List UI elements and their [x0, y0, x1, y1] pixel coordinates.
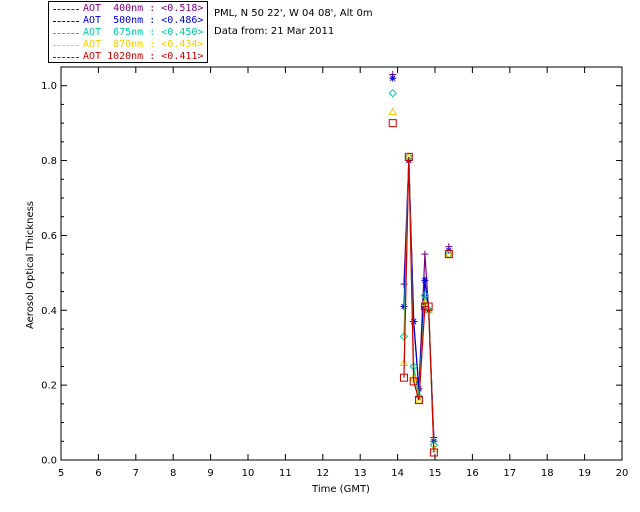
data-point	[421, 250, 429, 258]
x-tick-label: 17	[503, 468, 516, 479]
legend-swatch	[53, 57, 79, 58]
legend-item-500nm: AOT 500nm : <0.486>	[49, 15, 207, 27]
x-tick-label: 13	[354, 468, 367, 479]
legend-swatch	[53, 9, 79, 10]
legend: AOT 400nm : <0.518> AOT 500nm : <0.486> …	[48, 1, 208, 63]
y-axis-label: Aerosol Optical Thickness	[25, 201, 36, 329]
y-tick-label: 0.8	[41, 156, 57, 167]
legend-swatch	[53, 33, 79, 34]
legend-item-870nm: AOT 870nm : <0.434>	[49, 39, 207, 51]
x-axis-label: Time (GMT)	[311, 484, 370, 495]
y-tick-label: 0.4	[41, 306, 57, 317]
data-point	[400, 303, 408, 311]
x-tick-label: 9	[207, 468, 213, 479]
legend-item-675nm: AOT 675nm : <0.450>	[49, 27, 207, 39]
x-tick-label: 5	[58, 468, 64, 479]
x-tick-label: 16	[466, 468, 479, 479]
data-point	[410, 318, 418, 326]
plot-frame	[60, 66, 623, 461]
legend-item-1020nm: AOT 1020nm : <0.411>	[49, 51, 207, 63]
legend-item-400nm: AOT 400nm : <0.518>	[49, 3, 207, 15]
legend-label: AOT 400nm :	[83, 3, 162, 14]
series-3	[388, 107, 454, 453]
x-tick-label: 11	[279, 468, 292, 479]
legend-label: AOT 870nm :	[83, 39, 162, 50]
axis-ticks: 5 6 7 8 9 10 11 12 13 14 15 16 17 18 19 20 0.0 0.2 0.4 0.6 0…	[41, 67, 628, 479]
legend-value: <0.411>	[161, 51, 204, 62]
y-tick-label: 1.0	[41, 81, 57, 92]
site-info: PML, N 50 22', W 04 08', Alt 0m	[214, 8, 373, 19]
series-line	[403, 156, 435, 453]
legend-label: AOT 675nm :	[83, 27, 162, 38]
x-tick-label: 18	[541, 468, 554, 479]
data-point	[388, 88, 397, 98]
x-tick-label: 10	[242, 468, 255, 479]
x-tick-label: 15	[429, 468, 442, 479]
data-point	[388, 119, 397, 128]
y-tick-label: 0.0	[41, 456, 57, 467]
y-tick-label: 0.6	[41, 231, 57, 242]
legend-swatch	[53, 45, 79, 46]
series-2	[388, 88, 454, 450]
data-point	[389, 74, 397, 82]
legend-value: <0.450>	[161, 27, 204, 38]
legend-swatch	[53, 21, 79, 22]
x-tick-label: 8	[170, 468, 176, 479]
series-4	[388, 119, 453, 457]
data-point	[388, 107, 398, 116]
legend-label: AOT 1020nm :	[83, 51, 162, 62]
y-tick-label: 0.2	[41, 381, 57, 392]
aot-chart: 5 6 7 8 9 10 11 12 13 14 15 16 17 18 19 20 0.0 0.2 0.4 0.6 0…	[25, 66, 628, 495]
x-tick-label: 12	[316, 468, 329, 479]
date-info: Data from: 21 Mar 2011	[214, 26, 335, 37]
legend-value: <0.486>	[161, 15, 204, 26]
series-layer	[388, 70, 454, 457]
x-tick-label: 14	[391, 468, 404, 479]
legend-value: <0.434>	[161, 39, 204, 50]
series-0	[389, 70, 453, 442]
x-tick-label: 20	[616, 468, 629, 479]
x-tick-label: 6	[95, 468, 101, 479]
legend-label: AOT 500nm :	[83, 15, 162, 26]
series-1	[389, 74, 453, 445]
x-tick-label: 19	[578, 468, 591, 479]
x-tick-label: 7	[133, 468, 139, 479]
legend-value: <0.518>	[161, 3, 204, 14]
